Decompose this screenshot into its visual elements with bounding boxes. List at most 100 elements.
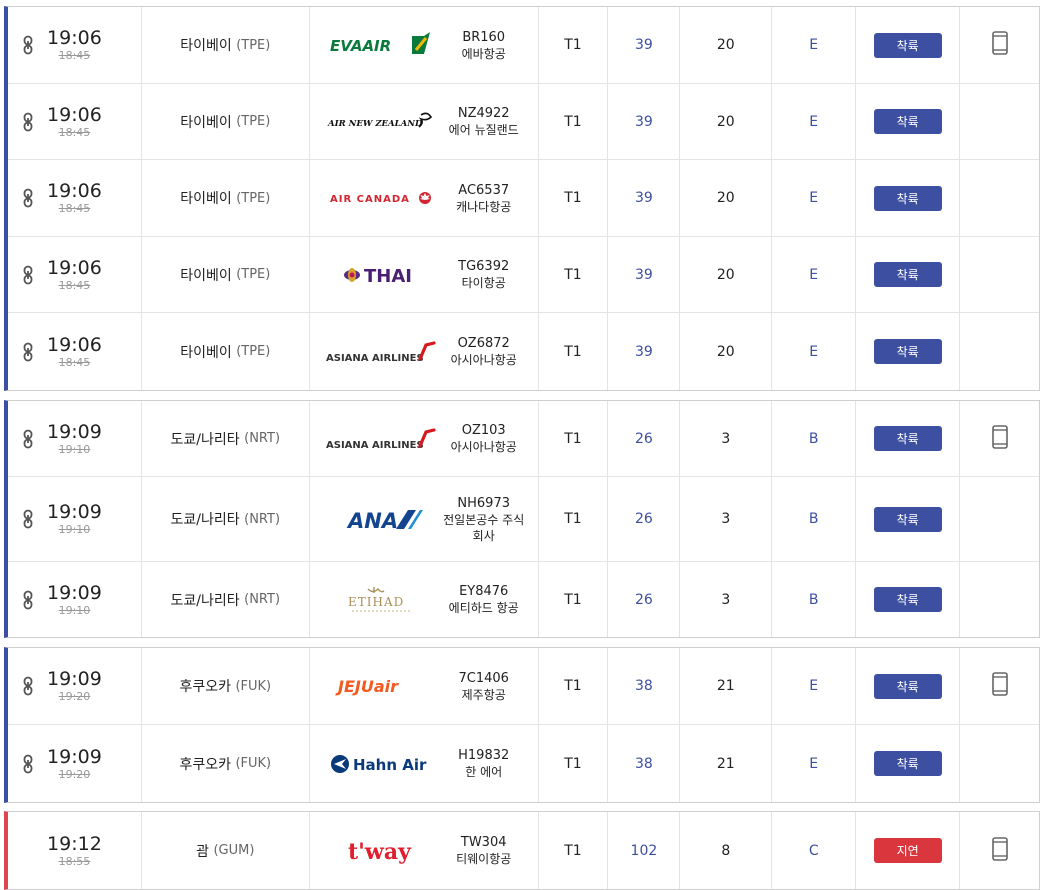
flight-number[interactable]: AC6537 <box>442 182 526 199</box>
mobile-phone-icon[interactable] <box>991 424 1008 453</box>
flight-cell: t'way TW304 티웨이항공 <box>310 812 539 889</box>
flight-row[interactable]: 19:06 18:45 타이베이 (TPE) ASIANA AIRLINES O… <box>8 313 1039 390</box>
status-badge[interactable]: 착륙 <box>873 506 942 532</box>
destination-code: (TPE) <box>236 190 271 206</box>
scheduled-time: 19:10 <box>58 442 91 456</box>
estimated-time: 19:09 <box>47 745 102 768</box>
flight-cell: ANA NH6973 전일본공수 주식회사 <box>310 477 539 561</box>
codeshare-link-icon[interactable] <box>23 754 33 774</box>
codeshare-link-icon[interactable] <box>23 429 33 449</box>
destination-city: 도쿄/나리타 <box>170 431 240 448</box>
destination-cell: 도쿄/나리타 (NRT) <box>142 477 310 561</box>
scheduled-time: 18:45 <box>58 278 91 292</box>
flight-number[interactable]: TW304 <box>442 834 526 851</box>
status-badge[interactable]: 착륙 <box>873 109 942 134</box>
svg-text:ASIANA AIRLINES: ASIANA AIRLINES <box>326 440 424 451</box>
flight-number[interactable]: EY8476 <box>442 583 526 600</box>
estimated-time: 19:12 <box>47 832 102 855</box>
flight-row[interactable]: 19:09 19:10 도쿄/나리타 (NRT) ETIHAD EY8476 에… <box>8 562 1039 637</box>
baggage-belt-cell: 8 <box>680 812 773 889</box>
flight-number[interactable]: NH6973 <box>442 495 526 512</box>
flight-group: 19:06 18:45 타이베이 (TPE) EVAAIR BR160 에바항공… <box>4 6 1040 391</box>
baggage-belt-cell: 20 <box>680 84 773 159</box>
destination-code: (TPE) <box>236 267 271 282</box>
tway-logo: t'way <box>326 836 436 866</box>
time-cell: 19:06 18:45 <box>8 7 142 83</box>
flight-row[interactable]: 19:12 18:55 괌 (GUM) t'way TW304 티웨이항공 T1… <box>8 812 1039 889</box>
flight-cell: JEJUair 7C1406 제주항공 <box>310 648 539 724</box>
flight-row[interactable]: 19:06 18:45 타이베이 (TPE) THAI TG6392 타이항공 <box>8 237 1039 313</box>
codeshare-link-icon[interactable] <box>23 590 33 610</box>
flight-row[interactable]: 19:06 18:45 타이베이 (TPE) AIR NEW ZEALAND N… <box>8 84 1039 160</box>
flight-number[interactable]: BR160 <box>442 29 526 46</box>
destination-code: (NRT) <box>244 592 281 607</box>
flight-row[interactable]: 19:09 19:20 후쿠오카 (FUK) Hahn Air H19832 한… <box>8 725 1039 802</box>
destination-city: 타이베이 <box>180 114 232 131</box>
codeshare-link-icon[interactable] <box>23 676 33 696</box>
flight-cell: ASIANA AIRLINES OZ6872 아시아나항공 <box>310 313 539 390</box>
flight-row[interactable]: 19:09 19:10 도쿄/나리타 (NRT) ANA NH6973 전일본공… <box>8 477 1039 562</box>
svg-text:AIR CANADA: AIR CANADA <box>330 194 410 205</box>
exit-cell: B <box>772 477 857 561</box>
status-cell: 착륙 <box>856 237 961 312</box>
codeshare-link-icon[interactable] <box>23 342 33 362</box>
codeshare-link-icon[interactable] <box>23 112 33 132</box>
exit-cell: E <box>772 7 857 83</box>
app-cell <box>960 562 1039 637</box>
svg-text:JEJUair: JEJUair <box>335 677 399 696</box>
codeshare-link-icon[interactable] <box>23 35 33 55</box>
status-badge[interactable]: 착륙 <box>873 426 942 451</box>
asiana-logo: ASIANA AIRLINES <box>326 424 436 454</box>
airline-name: 타이항공 <box>461 276 506 290</box>
baggage-belt-cell: 3 <box>680 562 773 637</box>
baggage-belt-cell: 20 <box>680 237 773 312</box>
flight-number[interactable]: OZ6872 <box>442 335 526 352</box>
destination-code: (TPE) <box>236 37 271 53</box>
time-cell: 19:06 18:45 <box>8 160 142 236</box>
terminal-cell: T1 <box>539 477 609 561</box>
etihad-logo: ETIHAD <box>326 585 436 615</box>
destination-code: (NRT) <box>244 431 281 446</box>
terminal-cell: T1 <box>539 84 609 159</box>
status-badge[interactable]: 지연 <box>873 838 942 863</box>
destination-code: (NRT) <box>244 511 281 527</box>
status-badge[interactable]: 착륙 <box>873 587 942 612</box>
status-badge[interactable]: 착륙 <box>873 339 942 364</box>
scheduled-time: 18:45 <box>58 355 91 369</box>
destination-cell: 타이베이 (TPE) <box>142 160 310 236</box>
svg-text:t'way: t'way <box>348 839 412 865</box>
destination-code: (FUK) <box>235 756 272 771</box>
flight-row[interactable]: 19:06 18:45 타이베이 (TPE) AIR CANADA AC6537… <box>8 160 1039 237</box>
codeshare-link-icon[interactable] <box>23 188 33 208</box>
baggage-belt-cell: 3 <box>680 477 773 561</box>
codeshare-link-icon[interactable] <box>23 265 33 285</box>
airline-name: 티웨이항공 <box>456 852 512 866</box>
status-badge[interactable]: 착륙 <box>873 673 942 699</box>
codeshare-link-icon[interactable] <box>23 509 33 529</box>
status-badge[interactable]: 착륙 <box>873 262 942 287</box>
flight-cell: EVAAIR BR160 에바항공 <box>310 7 539 83</box>
asiana-logo: ASIANA AIRLINES <box>326 337 436 367</box>
status-badge[interactable]: 착륙 <box>873 751 942 776</box>
flight-number[interactable]: H19832 <box>442 747 526 764</box>
status-badge[interactable]: 착륙 <box>873 32 942 58</box>
baggage-belt-cell: 21 <box>680 725 773 802</box>
airline-name: 한 에어 <box>465 765 503 779</box>
status-badge[interactable]: 착륙 <box>873 185 942 211</box>
gate-cell: 39 <box>608 313 681 390</box>
terminal-cell: T1 <box>539 725 609 802</box>
flight-number[interactable]: TG6392 <box>442 258 526 275</box>
flight-number[interactable]: NZ4922 <box>442 105 526 122</box>
mobile-phone-icon[interactable] <box>991 672 1008 700</box>
mobile-phone-icon[interactable] <box>991 836 1008 865</box>
flight-number[interactable]: OZ103 <box>442 422 526 439</box>
flight-row[interactable]: 19:06 18:45 타이베이 (TPE) EVAAIR BR160 에바항공… <box>8 7 1039 84</box>
scheduled-time: 18:55 <box>58 854 91 868</box>
flight-row[interactable]: 19:09 19:20 후쿠오카 (FUK) JEJUair 7C1406 제주… <box>8 648 1039 725</box>
estimated-time: 19:09 <box>47 501 102 523</box>
exit-cell: B <box>772 562 857 637</box>
flight-number[interactable]: 7C1406 <box>442 670 526 687</box>
flight-row[interactable]: 19:09 19:10 도쿄/나리타 (NRT) ASIANA AIRLINES… <box>8 401 1039 477</box>
status-cell: 착륙 <box>856 562 961 637</box>
mobile-phone-icon[interactable] <box>991 31 1008 59</box>
